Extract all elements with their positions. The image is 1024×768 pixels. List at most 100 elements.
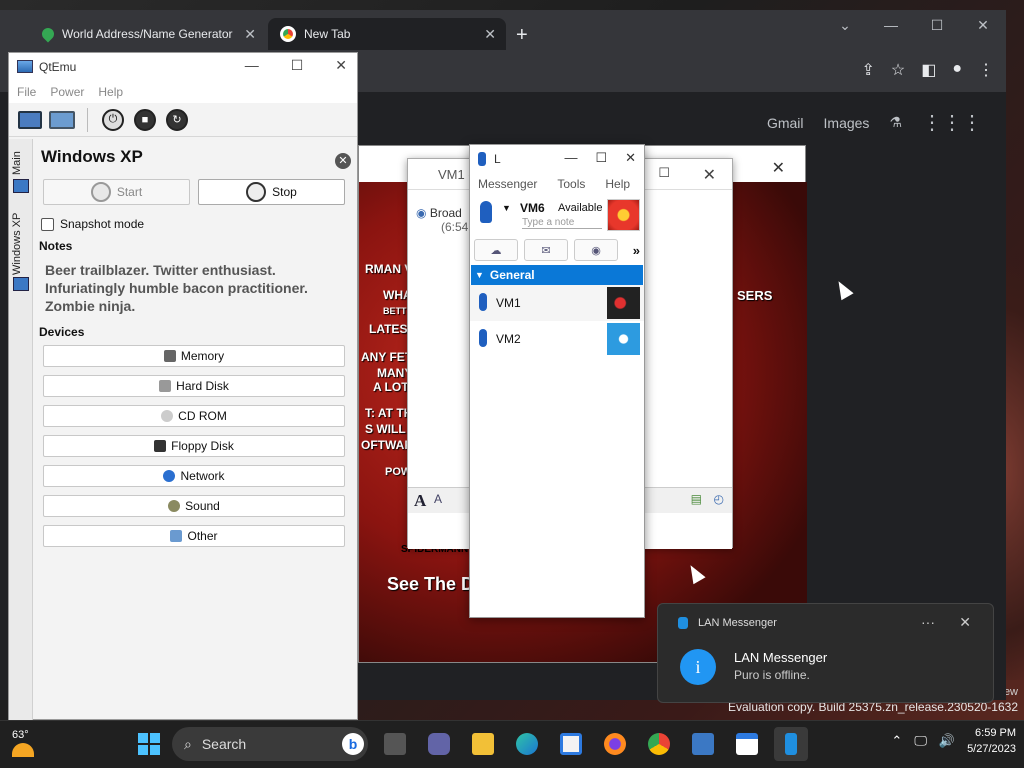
share-icon[interactable]: ⇪	[861, 60, 874, 80]
sun-icon	[12, 743, 34, 757]
user-status[interactable]: Available	[558, 202, 602, 214]
start-button[interactable]: Start	[43, 179, 190, 205]
menu-help[interactable]: Help	[605, 177, 630, 191]
taskbar-search[interactable]: ⌕ Search b	[172, 727, 368, 761]
open-machine-icon[interactable]	[49, 107, 75, 133]
edge-browser-icon[interactable]	[510, 727, 544, 761]
close-vm-tab-icon[interactable]: ✕	[335, 153, 351, 169]
device-hard-disk-button[interactable]: Hard Disk	[43, 375, 345, 397]
chrome-tabstrip: World Address/Name Generator ✕ New Tab ✕…	[0, 10, 1006, 50]
bookmark-star-icon[interactable]: ☆	[891, 60, 905, 80]
maximize-icon[interactable]: ☐	[291, 57, 304, 74]
stop-button[interactable]: Stop	[198, 179, 345, 205]
memory-icon	[163, 350, 176, 362]
contact-item[interactable]: VM2	[470, 321, 644, 357]
gmail-link[interactable]: Gmail	[767, 115, 804, 131]
labs-flask-icon[interactable]: ⚗	[889, 114, 902, 131]
lan-menubar: Messenger Tools Help	[470, 173, 644, 195]
chrome-icon[interactable]	[642, 727, 676, 761]
minimize-icon[interactable]: —	[868, 10, 914, 40]
bing-icon[interactable]: b	[342, 733, 364, 755]
device-memory-button[interactable]: Memory	[43, 345, 345, 367]
weather-widget[interactable]: 63°	[12, 729, 34, 757]
power-stop-icon[interactable]: ■	[132, 107, 158, 133]
device-cd-rom-button[interactable]: CD ROM	[43, 405, 345, 427]
chat-room-icon[interactable]: ☁	[474, 239, 518, 261]
chat-window-title: VM1 -	[438, 166, 473, 182]
snapshot-mode-option[interactable]: Snapshot mode	[41, 217, 144, 231]
network-status-icon[interactable]: 🖵	[914, 733, 927, 749]
font-color-icon[interactable]: A	[434, 492, 442, 506]
machine-tab-icon[interactable]	[13, 179, 29, 193]
new-machine-monitor-icon[interactable]	[17, 107, 43, 133]
notification-toast[interactable]: LAN Messenger ··· ✕ i LAN Messenger Puro…	[657, 603, 994, 703]
task-view-icon[interactable]	[378, 727, 412, 761]
file-transfer-icon[interactable]: ✉	[524, 239, 568, 261]
menu-messenger[interactable]: Messenger	[478, 177, 537, 191]
images-link[interactable]: Images	[824, 115, 870, 131]
more-icon[interactable]: »	[633, 243, 640, 258]
close-icon[interactable]: ✕	[960, 10, 1006, 40]
chevron-down-icon[interactable]: ⌄	[822, 10, 868, 40]
chrome-tab-address-generator[interactable]: World Address/Name Generator ✕	[28, 18, 266, 50]
close-icon[interactable]: ✕	[703, 165, 716, 185]
windows-start-icon[interactable]	[136, 731, 162, 757]
status-dropdown-icon[interactable]: ▼	[502, 203, 511, 213]
qtemu-taskbar-icon[interactable]	[686, 727, 720, 761]
close-icon[interactable]: ✕	[335, 57, 347, 74]
history-icon[interactable]: ◴	[714, 492, 724, 506]
firefox-icon[interactable]	[598, 727, 632, 761]
power-reset-icon[interactable]: ↻	[164, 107, 190, 133]
tab-close-icon[interactable]: ✕	[244, 26, 256, 43]
teams-chat-icon[interactable]	[422, 727, 456, 761]
close-icon[interactable]: ✕	[959, 614, 971, 631]
chrome-window-controls: ⌄ — ☐ ✕	[822, 10, 1006, 40]
maximize-icon[interactable]: ☐	[658, 165, 670, 181]
font-icon[interactable]: A	[414, 491, 426, 511]
device-sound-button[interactable]: Sound	[43, 495, 345, 517]
menu-help[interactable]: Help	[98, 85, 123, 99]
lan-messenger-taskbar-icon[interactable]	[774, 727, 808, 761]
note-input[interactable]: Type a note	[522, 217, 602, 229]
group-header[interactable]: ▼ General	[471, 265, 643, 285]
microsoft-store-icon[interactable]	[554, 727, 588, 761]
file-explorer-icon[interactable]	[466, 727, 500, 761]
broadcast-icon[interactable]: ◉	[574, 239, 618, 261]
new-tab-plus-icon[interactable]: +	[516, 24, 528, 47]
power-start-icon[interactable]: ⏻	[100, 107, 126, 133]
chrome-tab-new-tab[interactable]: New Tab ✕	[268, 18, 506, 50]
notes-text[interactable]: Beer trailblazer. Twitter enthusiast. In…	[45, 261, 345, 315]
menu-tools[interactable]: Tools	[557, 177, 585, 191]
chevron-up-icon[interactable]: ⌃	[891, 733, 902, 749]
search-placeholder: Search	[201, 736, 247, 752]
menu-power[interactable]: Power	[50, 85, 84, 99]
device-network-button[interactable]: Network	[43, 465, 345, 487]
window-app-icon[interactable]	[730, 727, 764, 761]
apps-grid-icon[interactable]: ⋮⋮⋮	[922, 110, 982, 135]
minimize-icon[interactable]: —	[245, 57, 259, 74]
menu-file[interactable]: File	[17, 85, 36, 99]
qtemu-window-controls: — ☐ ✕	[245, 57, 347, 74]
tab-windows-xp[interactable]: Windows XP	[11, 209, 23, 275]
send-file-icon[interactable]: ▤	[691, 492, 702, 506]
maximize-icon[interactable]: ☐	[914, 10, 960, 40]
side-panel-icon[interactable]: ◧	[921, 60, 936, 80]
volume-icon[interactable]: 🔊	[939, 733, 955, 749]
clock[interactable]: 6:59 PM 5/27/2023	[967, 725, 1016, 757]
user-status-icon[interactable]	[480, 201, 492, 223]
contact-item[interactable]: VM1	[470, 285, 644, 321]
user-avatar[interactable]	[607, 199, 640, 231]
maximize-icon[interactable]: ☐	[595, 150, 607, 166]
close-icon[interactable]: ✕	[625, 150, 636, 166]
close-icon[interactable]: ✕	[772, 158, 785, 178]
snapshot-mode-checkbox[interactable]	[41, 217, 54, 231]
kebab-menu-icon[interactable]: ⋮	[978, 60, 994, 80]
device-other-button[interactable]: Other	[43, 525, 345, 547]
machine-tab-icon[interactable]	[13, 277, 29, 291]
minimize-icon[interactable]: —	[564, 150, 577, 166]
tab-main[interactable]: Main	[11, 145, 23, 175]
device-floppy-disk-button[interactable]: Floppy Disk	[43, 435, 345, 457]
tab-close-icon[interactable]: ✕	[484, 26, 496, 43]
profile-icon[interactable]: ●	[952, 60, 962, 80]
more-options-icon[interactable]: ···	[921, 614, 935, 630]
